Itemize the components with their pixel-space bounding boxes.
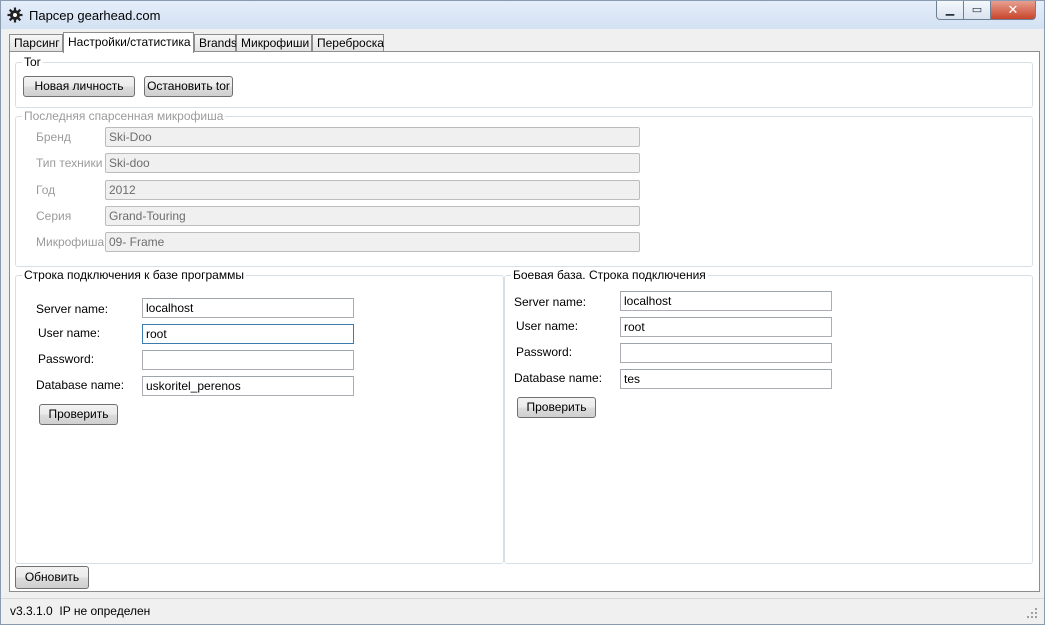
program-server-label: Server name: [36,302,109,316]
new-identity-button[interactable]: Новая личность [23,76,135,97]
tab-microfiches[interactable]: Микрофиши [236,34,312,52]
last-microfiche-group: Последняя спарсенная микрофиша Бренд Ski… [15,109,1033,267]
prod-user-label: User name: [516,319,579,333]
brand-label: Бренд [36,130,71,144]
status-bar: v3.3.1.0 IP не определен [1,598,1044,624]
tab-transfer[interactable]: Переброска [312,34,384,52]
minimize-icon: ▁ [945,4,955,16]
maximize-icon: ▭ [971,4,983,16]
window-title: Парсер gearhead.com [29,8,161,23]
vehicle-type-field: Ski-doo [105,153,640,173]
microfiche-label: Микрофиша [36,235,105,249]
prod-db-group: Боевая база. Строка подключения Server n… [504,268,1033,564]
prod-server-input[interactable] [620,291,832,311]
series-field: Grand-Touring [105,206,640,226]
tor-group-title: Tor [22,55,43,69]
vehicle-type-label: Тип техники [36,156,103,170]
program-password-input[interactable] [142,350,354,370]
tab-parsing[interactable]: Парсинг [9,34,63,52]
prod-user-input[interactable] [620,317,832,337]
prod-server-label: Server name: [514,295,587,309]
program-db-group-title: Строка подключения к базе программы [22,268,246,282]
tor-group: Tor Новая личность Остановить tor [15,55,1033,108]
prod-database-label: Database name: [514,371,603,385]
program-password-label: Password: [38,352,95,366]
prod-password-input[interactable] [620,343,832,363]
prod-database-input[interactable] [620,369,832,389]
program-user-input[interactable] [142,324,354,344]
refresh-button[interactable]: Обновить [15,566,89,589]
app-window: Парсер gearhead.com ▁ ▭ ✕ Парсинг Настро… [0,0,1045,625]
prod-check-button[interactable]: Проверить [517,397,596,418]
program-database-label: Database name: [36,378,125,392]
program-check-button[interactable]: Проверить [39,404,118,425]
series-label: Серия [36,209,72,223]
prod-password-label: Password: [516,345,573,359]
stop-tor-button[interactable]: Остановить tor [144,76,233,97]
program-db-group: Строка подключения к базе программы Serv… [15,268,504,564]
program-server-input[interactable] [142,298,354,318]
tab-settings-statistics[interactable]: Настройки/статистика [63,32,194,53]
gear-app-icon [7,7,23,23]
settings-tab-page: Tor Новая личность Остановить tor Послед… [9,51,1040,592]
prod-db-group-title: Боевая база. Строка подключения [511,268,708,282]
maximize-button[interactable]: ▭ [963,1,991,20]
program-user-label: User name: [38,326,101,340]
tab-brands[interactable]: Brands [194,34,237,52]
status-text: v3.3.1.0 IP не определен [10,604,151,618]
close-icon: ✕ [1007,2,1019,17]
brand-field: Ski-Doo [105,127,640,147]
title-bar[interactable]: Парсер gearhead.com ▁ ▭ ✕ [1,1,1044,29]
last-microfiche-group-title: Последняя спарсенная микрофиша [22,109,226,123]
year-field: 2012 [105,180,640,200]
year-label: Год [36,183,56,197]
program-database-input[interactable] [142,376,354,396]
microfiche-field: 09- Frame [105,232,640,252]
resize-grip-icon[interactable] [1027,608,1038,619]
minimize-button[interactable]: ▁ [936,1,964,20]
close-button[interactable]: ✕ [990,1,1036,20]
